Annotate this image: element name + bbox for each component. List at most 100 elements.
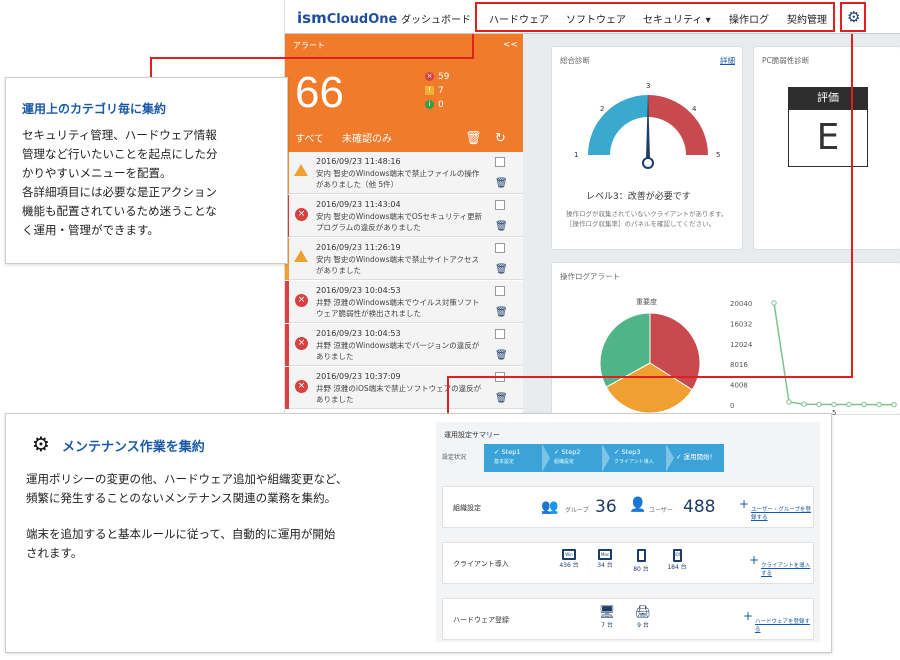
add-icon[interactable]: + — [743, 609, 753, 623]
alert-date: 2016/09/23 11:26:19 — [316, 243, 401, 252]
windows-device: Win 436 台 — [553, 549, 585, 569]
register-user-group-link[interactable]: ユーザー・グループを登録する — [751, 505, 813, 521]
list-item[interactable]: × 2016/09/23 10:04:53 井野 涼雅のWindows端末でウイ… — [285, 281, 523, 323]
user-label: ユーザー — [649, 507, 673, 514]
y-tick-label: 8016 — [730, 361, 748, 369]
delete-icon[interactable]: 🗑 — [495, 307, 508, 318]
list-item[interactable]: × 2016/09/23 10:04:53 井野 涼雅のWindows端末でバー… — [285, 324, 523, 366]
alert-message: 安内 智史のWindows端末でOSセキュリティ更新プログラムの違反がありました — [316, 212, 483, 232]
delete-icon[interactable]: 🗑 — [495, 393, 508, 404]
callout1-line: かりやすいメニューを配置。 — [22, 166, 172, 180]
callout1-line: く運用・管理ができます。 — [22, 223, 159, 237]
alert-checkbox[interactable] — [495, 157, 505, 167]
data-point — [786, 399, 792, 405]
step-2[interactable]: ✓ Step2 組織設定 — [554, 448, 580, 467]
user-icon: 👤 — [629, 497, 647, 513]
install-client-link[interactable]: クライアントを導入する — [761, 561, 813, 577]
connector-line — [472, 34, 474, 59]
warning-icon — [294, 250, 308, 262]
callout1-line: 機能も配置されているため迷うことな — [22, 204, 217, 218]
warning-icon — [294, 164, 308, 176]
user-count: 488 — [683, 497, 716, 517]
callout1-line: セキュリティ管理、ハードウェア情報 — [22, 128, 217, 142]
step-1[interactable]: ✓ Step1 基本設定 — [494, 448, 520, 467]
filter-unconfirmed[interactable]: 未確認のみ — [342, 130, 392, 145]
y-tick-label: 12024 — [730, 341, 753, 349]
info-icon: i — [425, 100, 434, 109]
callout-category-menu: 運用上のカテゴリ毎に集約 セキュリティ管理、ハードウェア情報 管理など行いたいこ… — [5, 77, 288, 264]
alert-count: 66 — [295, 68, 344, 117]
gear-icon[interactable]: ⚙ — [847, 8, 860, 26]
collapse-icon[interactable]: << — [503, 40, 518, 50]
gear-icon: ⚙ — [32, 432, 50, 456]
callout2-title: メンテナンス作業を集約 — [62, 440, 205, 455]
pie-title: 重要度 — [636, 298, 657, 306]
logo[interactable]: ismCloudOne — [297, 9, 397, 27]
delete-icon[interactable]: 🗑 — [495, 264, 508, 275]
alert-checkbox[interactable] — [495, 200, 505, 210]
add-icon[interactable]: + — [749, 553, 759, 567]
series-line — [773, 302, 894, 406]
org-settings-row: 組織設定 👥 グループ 36 👤 ユーザー 488 + ユーザー・グループを登録… — [442, 486, 814, 528]
gauge-tick: 1 — [574, 151, 578, 159]
error-icon: × — [295, 380, 308, 393]
data-point — [846, 401, 852, 408]
callout1-title: 運用上のカテゴリ毎に集約 — [22, 102, 167, 116]
top-navbar: ismCloudOne ダッシュボード ハードウェア ソフトウェア セキュリティ… — [285, 0, 900, 36]
alert-panel: アラート << 66 × 59 ! 7 i0 すべて 未確認のみ 🗑 ↻ 2016/… — [285, 34, 523, 415]
alert-message: 安内 智史のWindows端末で禁止ファイルの操作がありました（他 5件） — [316, 169, 480, 189]
gauge-low-arc — [588, 95, 648, 155]
connector-line — [150, 57, 474, 59]
gauge-chart: 1 2 3 4 5 — [574, 82, 720, 169]
callout1-line: 各詳細項目には必要な是正アクション — [22, 185, 217, 199]
row-label: ハードウェア登録 — [453, 616, 509, 624]
monitor-device: 🖥 7 台 — [598, 605, 616, 629]
monitor-icon: 🖥 — [598, 605, 616, 620]
alert-checkbox[interactable] — [495, 286, 505, 296]
ios-icon: iOS — [672, 549, 682, 562]
refresh-icon[interactable]: ↻ — [495, 131, 506, 146]
error-icon: × — [295, 294, 308, 307]
trash-icon[interactable]: 🗑 — [465, 131, 482, 146]
pc-vulnerability-card: PC脆弱性診断 評価 E — [753, 46, 900, 250]
connector-line — [851, 34, 853, 378]
rating-value: E — [788, 109, 868, 167]
diagnosis-title: 総合診断 — [560, 56, 590, 65]
list-item[interactable]: 2016/09/23 11:26:19 安内 智史のWindows端末で禁止サイ… — [285, 238, 523, 280]
callout2-line: されます。 — [26, 545, 83, 560]
alert-date: 2016/09/23 10:04:53 — [316, 286, 401, 295]
nav-dashboard[interactable]: ダッシュボード — [401, 11, 471, 36]
callout1-line: 管理など行いたいことを起点にした分 — [22, 147, 218, 161]
detail-link[interactable]: 詳細 — [720, 55, 735, 66]
alert-checkbox[interactable] — [495, 329, 505, 339]
hardware-register-row: ハードウェア登録 🖥 7 台 🖨 9 台 + ハードウェアを登録する — [442, 598, 814, 640]
add-icon[interactable]: + — [739, 497, 749, 511]
list-item[interactable]: × 2016/09/23 11:43:04 安内 智史のWindows端末でOS… — [285, 195, 523, 237]
operation-log-alert-card: 操作ログアラート 重要度 20040 16032 12024 8016 4008 0 5 — [551, 262, 900, 415]
x-tick-label: 5 — [832, 409, 836, 415]
delete-icon[interactable]: 🗑 — [495, 350, 508, 361]
windows-icon: Win — [562, 549, 576, 560]
step-4[interactable]: ✓ 運用開始！ — [676, 453, 716, 462]
error-icon: × — [425, 72, 434, 81]
printer-device: 🖨 9 台 — [634, 605, 652, 629]
group-icon: 👥 — [541, 499, 559, 515]
step-3[interactable]: ✓ Step3 クライアント導入 — [614, 448, 654, 467]
line-chart: 20040 16032 12024 8016 4008 0 5 — [730, 300, 897, 415]
register-hardware-link[interactable]: ハードウェアを登録する — [755, 617, 813, 633]
alert-checkbox[interactable] — [495, 243, 505, 253]
android-icon — [636, 549, 646, 562]
list-item[interactable]: × 2016/09/23 10:37:09 井野 涼雅のiOS端末で禁止ソフトウ… — [285, 367, 523, 409]
gauge-pivot — [642, 157, 654, 169]
callout2-body: 運用ポリシーの変更の他、ハードウェア追加や組織変更など、 頻繁に発生することのな… — [26, 470, 446, 562]
filter-all[interactable]: すべて — [295, 130, 324, 145]
delete-icon[interactable]: 🗑 — [495, 221, 508, 232]
delete-icon[interactable]: 🗑 — [495, 178, 508, 189]
status-label: 設定状況 — [442, 454, 467, 461]
stat-info: i0 — [425, 100, 444, 110]
summary-title: 運用設定サマリー — [444, 431, 500, 439]
alert-date: 2016/09/23 10:04:53 — [316, 329, 401, 338]
warning-icon: ! — [425, 86, 434, 95]
list-item[interactable]: 2016/09/23 11:48:16 安内 智史のWindows端末で禁止ファ… — [285, 152, 523, 194]
alert-date: 2016/09/23 11:43:04 — [316, 200, 401, 209]
